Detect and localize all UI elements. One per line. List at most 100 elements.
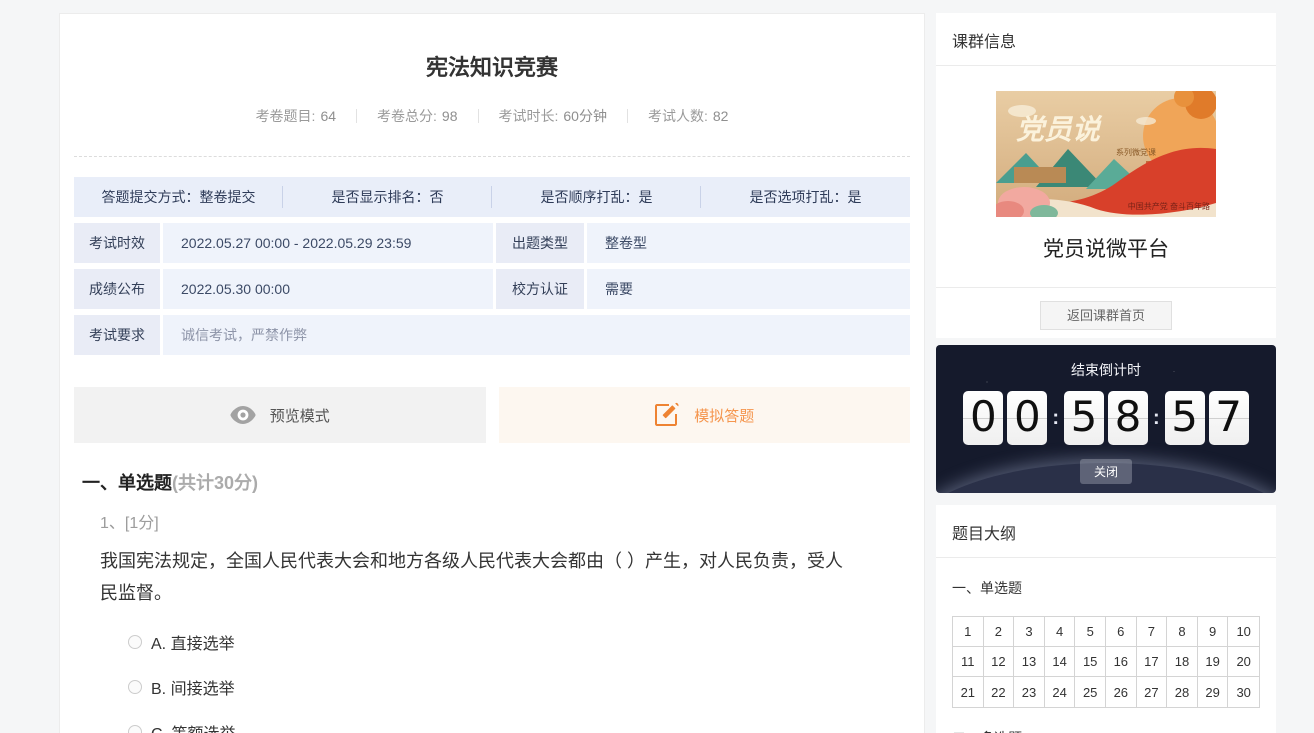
- flip-digit: 0: [1007, 391, 1047, 445]
- setting-shuffle-options: 是否选项打乱：是: [701, 177, 910, 217]
- question-number-cell[interactable]: 16: [1106, 647, 1137, 677]
- question-number-cell[interactable]: 12: [984, 647, 1015, 677]
- question-number-cell[interactable]: 3: [1014, 617, 1045, 647]
- page: 宪法知识竞赛 考卷题目:64 考卷总分:98 考试时长:60分钟 考试人数:82…: [0, 0, 1314, 733]
- setting-shuffle-order: 是否顺序打乱：是: [492, 177, 701, 217]
- course-info-header: 课群信息: [936, 13, 1276, 66]
- divider: [936, 287, 1276, 288]
- question-number-grid: 1234567891011121314151617181920212223242…: [952, 616, 1260, 708]
- question-number-cell[interactable]: 21: [953, 677, 984, 707]
- question-number-cell[interactable]: 28: [1167, 677, 1198, 707]
- countdown-close-button[interactable]: 关闭: [1080, 459, 1132, 484]
- question-number-cell[interactable]: 24: [1045, 677, 1076, 707]
- exam-panel: 宪法知识竞赛 考卷题目:64 考卷总分:98 考试时长:60分钟 考试人数:82…: [59, 13, 925, 733]
- exam-settings-row: 答题提交方式：整卷提交 是否显示排名：否 是否顺序打乱：是 是否选项打乱：是: [74, 177, 910, 217]
- stat-participants: 考试人数:82: [648, 106, 728, 126]
- exam-info-grid: 考试时效 2022.05.27 00:00 - 2022.05.29 23:59…: [74, 223, 910, 355]
- question-number-cell[interactable]: 8: [1167, 617, 1198, 647]
- outline-section-single-choice: 一、单选题: [952, 578, 1260, 598]
- question-number-cell[interactable]: 20: [1228, 647, 1259, 677]
- question-text: 我国宪法规定，全国人民代表大会和地方各级人民代表大会都由（ ）产生，对人民负责，…: [100, 545, 852, 609]
- question-number-cell[interactable]: 7: [1137, 617, 1168, 647]
- question-number-cell[interactable]: 14: [1045, 647, 1076, 677]
- section-score-note: (共计30分): [172, 473, 258, 493]
- question-number-cell[interactable]: 15: [1075, 647, 1106, 677]
- question-number-score: 1、[1分]: [100, 509, 924, 533]
- dashed-divider: [74, 156, 910, 157]
- setting-show-ranking: 是否显示排名：否: [283, 177, 492, 217]
- simulate-answer-button[interactable]: 模拟答题: [499, 387, 911, 443]
- question-number-cell[interactable]: 4: [1045, 617, 1076, 647]
- stat-separator: [478, 109, 479, 123]
- digit-group-minutes: 58: [1064, 391, 1148, 445]
- digit-group-seconds: 57: [1165, 391, 1249, 445]
- countdown-panel: 结束倒计时 00:58:57 关闭: [936, 345, 1276, 493]
- question-number-cell[interactable]: 9: [1198, 617, 1229, 647]
- outline-section-multi-choice: 二、多选题: [952, 728, 1260, 733]
- course-title: 党员说微平台: [936, 233, 1276, 263]
- option-a[interactable]: A. 直接选举: [128, 630, 924, 654]
- exam-title: 宪法知识竞赛: [60, 50, 924, 82]
- question-number-cell[interactable]: 19: [1198, 647, 1229, 677]
- question-number-cell[interactable]: 26: [1106, 677, 1137, 707]
- svg-text:中国共产党 奋斗百年路: 中国共产党 奋斗百年路: [1128, 201, 1210, 211]
- course-banner-image[interactable]: 党员说 系列微党课 中国共产党 奋斗百年路: [996, 91, 1216, 217]
- stat-duration: 考试时长:60分钟: [499, 106, 607, 126]
- clock-colon: :: [1153, 407, 1160, 430]
- score-publish-value: 2022.05.30 00:00: [163, 269, 493, 309]
- question-outline-header: 题目大纲: [936, 505, 1276, 558]
- radio-icon[interactable]: [128, 725, 142, 733]
- question-number-cell[interactable]: 6: [1106, 617, 1137, 647]
- stat-total-score: 考卷总分:98: [377, 106, 457, 126]
- edit-pencil-icon: [654, 402, 680, 428]
- flip-digit: 8: [1108, 391, 1148, 445]
- mode-buttons: 预览模式 模拟答题: [74, 387, 910, 443]
- exam-info-table: 答题提交方式：整卷提交 是否显示排名：否 是否顺序打乱：是 是否选项打乱：是 考…: [74, 177, 910, 355]
- svg-text:系列微党课: 系列微党课: [1116, 147, 1156, 157]
- section-heading-single-choice: 一、单选题(共计30分): [82, 469, 924, 495]
- question-number-cell[interactable]: 17: [1137, 647, 1168, 677]
- digit-group-hours: 00: [963, 391, 1047, 445]
- question-number-cell[interactable]: 29: [1198, 677, 1229, 707]
- question-type-label: 出题类型: [496, 223, 584, 263]
- question-number-cell[interactable]: 10: [1228, 617, 1259, 647]
- question-number-cell[interactable]: 30: [1228, 677, 1259, 707]
- preview-mode-label: 预览模式: [270, 405, 330, 426]
- exam-stats: 考卷题目:64 考卷总分:98 考试时长:60分钟 考试人数:82: [60, 106, 924, 126]
- question-number-cell[interactable]: 1: [953, 617, 984, 647]
- exam-requirement-label: 考试要求: [74, 315, 160, 355]
- exam-validity-label: 考试时效: [74, 223, 160, 263]
- stat-question-count: 考卷题目:64: [256, 106, 336, 126]
- option-c[interactable]: C. 等额选举: [128, 720, 924, 733]
- question-number-cell[interactable]: 11: [953, 647, 984, 677]
- preview-mode-button[interactable]: 预览模式: [74, 387, 486, 443]
- flip-digit: 5: [1165, 391, 1205, 445]
- question-type-value: 整卷型: [587, 223, 910, 263]
- school-cert-value: 需要: [587, 269, 910, 309]
- question-number-cell[interactable]: 18: [1167, 647, 1198, 677]
- option-b[interactable]: B. 间接选举: [128, 675, 924, 699]
- question-number-cell[interactable]: 22: [984, 677, 1015, 707]
- flip-clock: 00:58:57: [936, 391, 1276, 445]
- question-number-cell[interactable]: 2: [984, 617, 1015, 647]
- question-number-cell[interactable]: 5: [1075, 617, 1106, 647]
- back-to-course-home-button[interactable]: 返回课群首页: [1040, 301, 1172, 330]
- flip-digit: 5: [1064, 391, 1104, 445]
- question-number-cell[interactable]: 27: [1137, 677, 1168, 707]
- radio-icon[interactable]: [128, 680, 142, 694]
- setting-submit-mode: 答题提交方式：整卷提交: [74, 177, 283, 217]
- eye-icon: [230, 406, 256, 424]
- svg-text:党员说: 党员说: [1016, 114, 1103, 145]
- flip-digit: 0: [963, 391, 1003, 445]
- stat-separator: [356, 109, 357, 123]
- score-publish-label: 成绩公布: [74, 269, 160, 309]
- countdown-title: 结束倒计时: [936, 360, 1276, 380]
- course-info-panel: 课群信息: [936, 13, 1276, 338]
- question-number-cell[interactable]: 13: [1014, 647, 1045, 677]
- question-number-cell[interactable]: 23: [1014, 677, 1045, 707]
- question-outline-panel: 题目大纲 一、单选题 12345678910111213141516171819…: [936, 505, 1276, 733]
- clock-colon: :: [1052, 407, 1059, 430]
- radio-icon[interactable]: [128, 635, 142, 649]
- question-options: A. 直接选举 B. 间接选举 C. 等额选举 D. 民主选举: [128, 630, 924, 733]
- question-number-cell[interactable]: 25: [1075, 677, 1106, 707]
